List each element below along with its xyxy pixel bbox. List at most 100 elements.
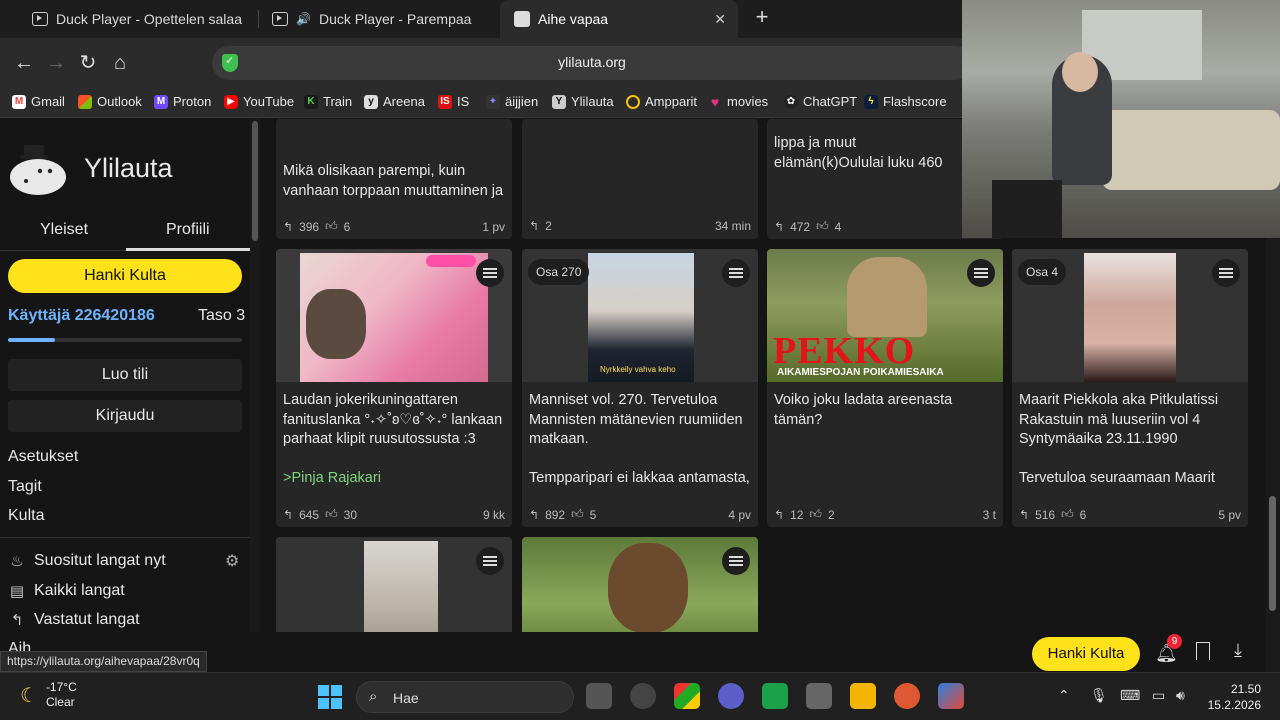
level-progress-bar (8, 338, 242, 342)
is-icon: IS (438, 94, 452, 109)
bookmark-ylilauta[interactable]: Y Ylilauta (552, 94, 614, 109)
microphone-icon[interactable]: 🎙︎ (1090, 687, 1108, 704)
reply-icon: ↰ (1019, 507, 1030, 522)
seal-logo-icon[interactable] (6, 137, 70, 197)
get-gold-floating-button[interactable]: Hanki Kulta (1032, 637, 1140, 671)
heart-icon: ♥ (710, 93, 720, 110)
thread-thumbnail[interactable] (522, 537, 758, 632)
bookmark-icon[interactable] (1196, 642, 1210, 660)
bookmark-outlook[interactable]: Outlook (78, 94, 142, 109)
reply-count: 892 (545, 507, 566, 522)
thread-card[interactable] (276, 537, 512, 632)
thread-age: 9 kk (482, 507, 505, 522)
tags-link[interactable]: Tagit (8, 478, 42, 496)
thread-card[interactable]: Nyrkkeily vahva keho Osa 270 Manniset vo… (522, 249, 758, 527)
thread-card[interactable]: Laudan jokerikuningattaren fanituslanka … (276, 249, 512, 527)
system-clock[interactable]: 21.50 15.2.2026 (1205, 681, 1261, 713)
thread-menu-button[interactable] (967, 259, 995, 287)
new-tab-button[interactable]: + (748, 4, 776, 30)
nav-replied-threads[interactable]: ↰ Vastatut langat (8, 611, 140, 629)
close-tab-icon[interactable]: ✕ (714, 11, 726, 28)
nav-all-threads[interactable]: ▤ Kaikki langat (8, 582, 125, 600)
chevron-up-icon[interactable]: ⌃ (1058, 687, 1070, 704)
home-icon[interactable]: ⌂ (106, 49, 134, 77)
back-arrow-icon[interactable]: ← (10, 49, 38, 77)
app-icon-2[interactable] (938, 683, 964, 709)
thread-card[interactable] (522, 537, 758, 632)
thread-card[interactable]: Mikä olisikaan parempi, kuin vanhaan tor… (276, 119, 512, 239)
taskbar-search[interactable]: ⌕ Hae (356, 681, 574, 713)
areena-icon: y (364, 94, 378, 109)
thread-menu-button[interactable] (722, 547, 750, 575)
scrollbar-thumb[interactable] (252, 121, 258, 241)
sidebar-scrollbar[interactable] (250, 119, 260, 632)
train-icon: K (304, 94, 318, 109)
thread-menu-button[interactable] (1212, 259, 1240, 287)
search-placeholder: Hae (393, 690, 419, 706)
thread-card[interactable]: Osa 4 Maarit Piekkola aka Pitkulatissi R… (1012, 249, 1248, 527)
display-icon[interactable]: ▭ (1152, 687, 1165, 704)
like-count: 6 (343, 219, 351, 234)
bookmark-ampparit[interactable]: Ampparit (626, 94, 697, 109)
copilot-icon[interactable] (630, 683, 656, 709)
bookmark-chatgpt[interactable]: ✿ ChatGPT (784, 94, 857, 109)
bookmark-train[interactable]: K Train (304, 94, 352, 109)
user-name[interactable]: Käyttäjä 226420186 (8, 307, 155, 325)
thread-thumbnail[interactable] (276, 537, 512, 632)
bookmark-proton[interactable]: M Proton (154, 94, 211, 109)
thread-menu-button[interactable] (476, 547, 504, 575)
bookmark-label: YouTube (243, 94, 295, 109)
chart-app-icon[interactable] (762, 683, 788, 709)
windows-start-icon[interactable] (318, 685, 342, 709)
thread-card[interactable]: ↰ 2 34 min (522, 119, 758, 239)
bookmark-gmail[interactable]: M Gmail (12, 94, 65, 109)
media-app-icon[interactable] (718, 683, 744, 709)
settings-link[interactable]: Asetukset (8, 448, 78, 466)
scrollbar-thumb[interactable] (1269, 496, 1276, 611)
clock-date: 15.2.2026 (1207, 698, 1261, 712)
download-icon[interactable]: ⤓ (1234, 640, 1242, 661)
gold-link[interactable]: Kulta (8, 507, 44, 525)
bookmark-youtube[interactable]: ▶ YouTube (224, 94, 294, 109)
like-icon: 👍︎ (325, 507, 338, 521)
get-gold-button[interactable]: Hanki Kulta (8, 259, 242, 293)
duckduckgo-icon[interactable] (894, 683, 920, 709)
bookmark-is[interactable]: IS IS (438, 94, 469, 109)
bookmark-aijjien[interactable]: ✦ äijjien (486, 94, 538, 109)
reload-icon[interactable]: ↻ (74, 49, 102, 77)
gear-icon[interactable]: ⚙ (225, 551, 239, 571)
nav-popular-threads[interactable]: ♨ Suositut langat nyt (8, 552, 165, 570)
forward-arrow-icon[interactable]: → (42, 49, 70, 77)
thread-menu-button[interactable] (722, 259, 750, 287)
thread-menu-button[interactable] (476, 259, 504, 287)
speaker-icon[interactable]: 🔊︎ (1176, 687, 1185, 704)
tab-yleiset[interactable]: Yleiset (40, 221, 88, 239)
site-title[interactable]: Ylilauta (84, 153, 173, 184)
reply-icon: ↰ (774, 219, 785, 234)
thread-title: Maarit Piekkola aka Pitkulatissi Rakastu… (1019, 392, 1219, 447)
like-icon: 👍︎ (571, 507, 584, 521)
reply-count: 516 (1035, 507, 1056, 522)
bookmark-areena[interactable]: y Areena (364, 94, 425, 109)
address-bar[interactable]: ylilauta.org (212, 46, 972, 80)
login-button[interactable]: Kirjaudu (8, 400, 242, 432)
tab-profiili[interactable]: Profiili (166, 221, 210, 239)
tab-aihe-vapaa[interactable]: Aihe vapaa ✕ (500, 0, 738, 38)
bookmark-flashscore[interactable]: ϟ Flashscore (864, 94, 947, 109)
create-account-button[interactable]: Luo tili (8, 359, 242, 391)
thread-card[interactable]: PEKKO AIKAMIESPOJAN POIKAMIESAIKA Voiko … (767, 249, 1003, 527)
bookmark-movies[interactable]: ♥ movies (708, 94, 768, 109)
webcam-table (992, 180, 1062, 238)
cat-shape (306, 289, 366, 359)
app-icon[interactable] (674, 683, 700, 709)
task-view-icon[interactable] (586, 683, 612, 709)
file-explorer-icon[interactable] (850, 683, 876, 709)
bookmark-label: IS (457, 94, 470, 109)
tab-duck-player-1[interactable]: Duck Player - Opettelen salaa (18, 0, 258, 38)
tab-duck-player-2[interactable]: 🔊 Duck Player - Parempaa (258, 0, 498, 38)
status-bar-url: https://ylilauta.org/aihevapaa/28vr0q (0, 651, 207, 672)
keyboard-icon[interactable]: ⌨ (1120, 687, 1140, 704)
weather-widget[interactable]: ☾ -17°C Clear (20, 680, 77, 710)
calculator-icon[interactable] (806, 683, 832, 709)
youtube-icon: ▶ (224, 94, 238, 109)
